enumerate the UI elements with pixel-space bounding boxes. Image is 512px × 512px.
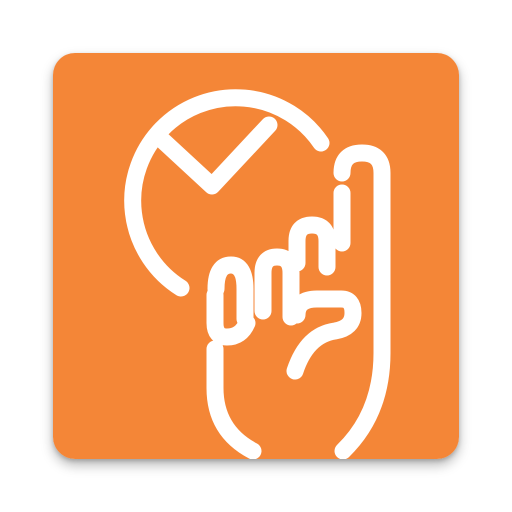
icon-background: [53, 53, 459, 459]
app-icon[interactable]: [53, 53, 459, 459]
screen: [0, 0, 512, 512]
clock-with-pointing-hand-icon: [53, 53, 459, 459]
